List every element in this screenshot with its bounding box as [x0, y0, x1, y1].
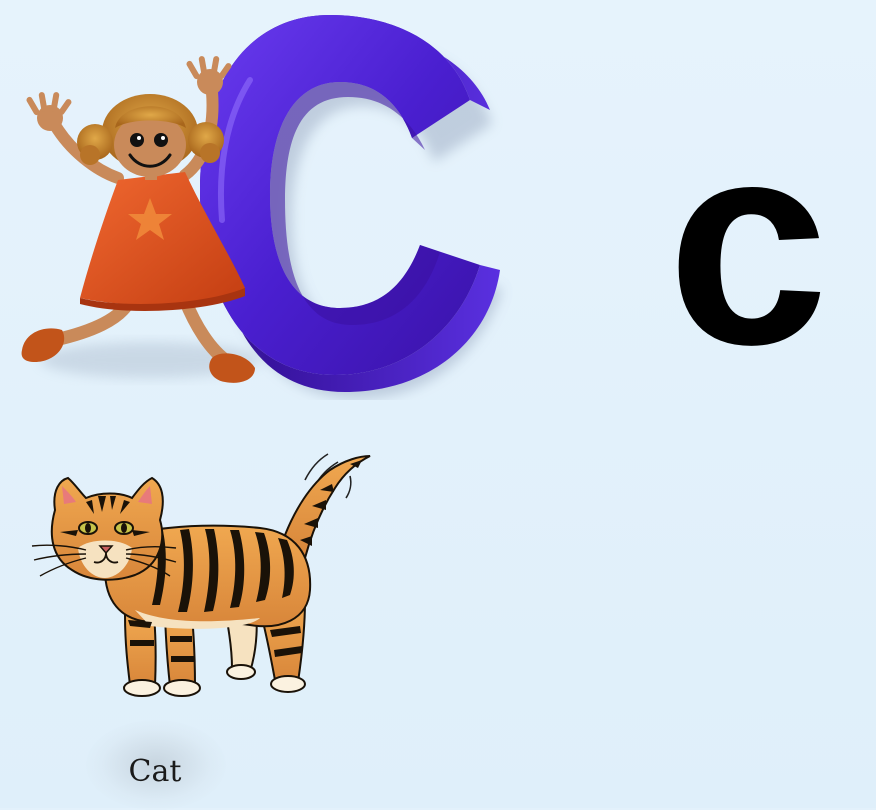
uppercase-letter-c-illustration [21, 15, 502, 399]
alphabet-card: c Cat [0, 0, 876, 810]
tabby-cat-icon [31, 453, 371, 697]
lowercase-letter: c [667, 81, 829, 405]
picture-word-label: Cat [128, 754, 182, 789]
